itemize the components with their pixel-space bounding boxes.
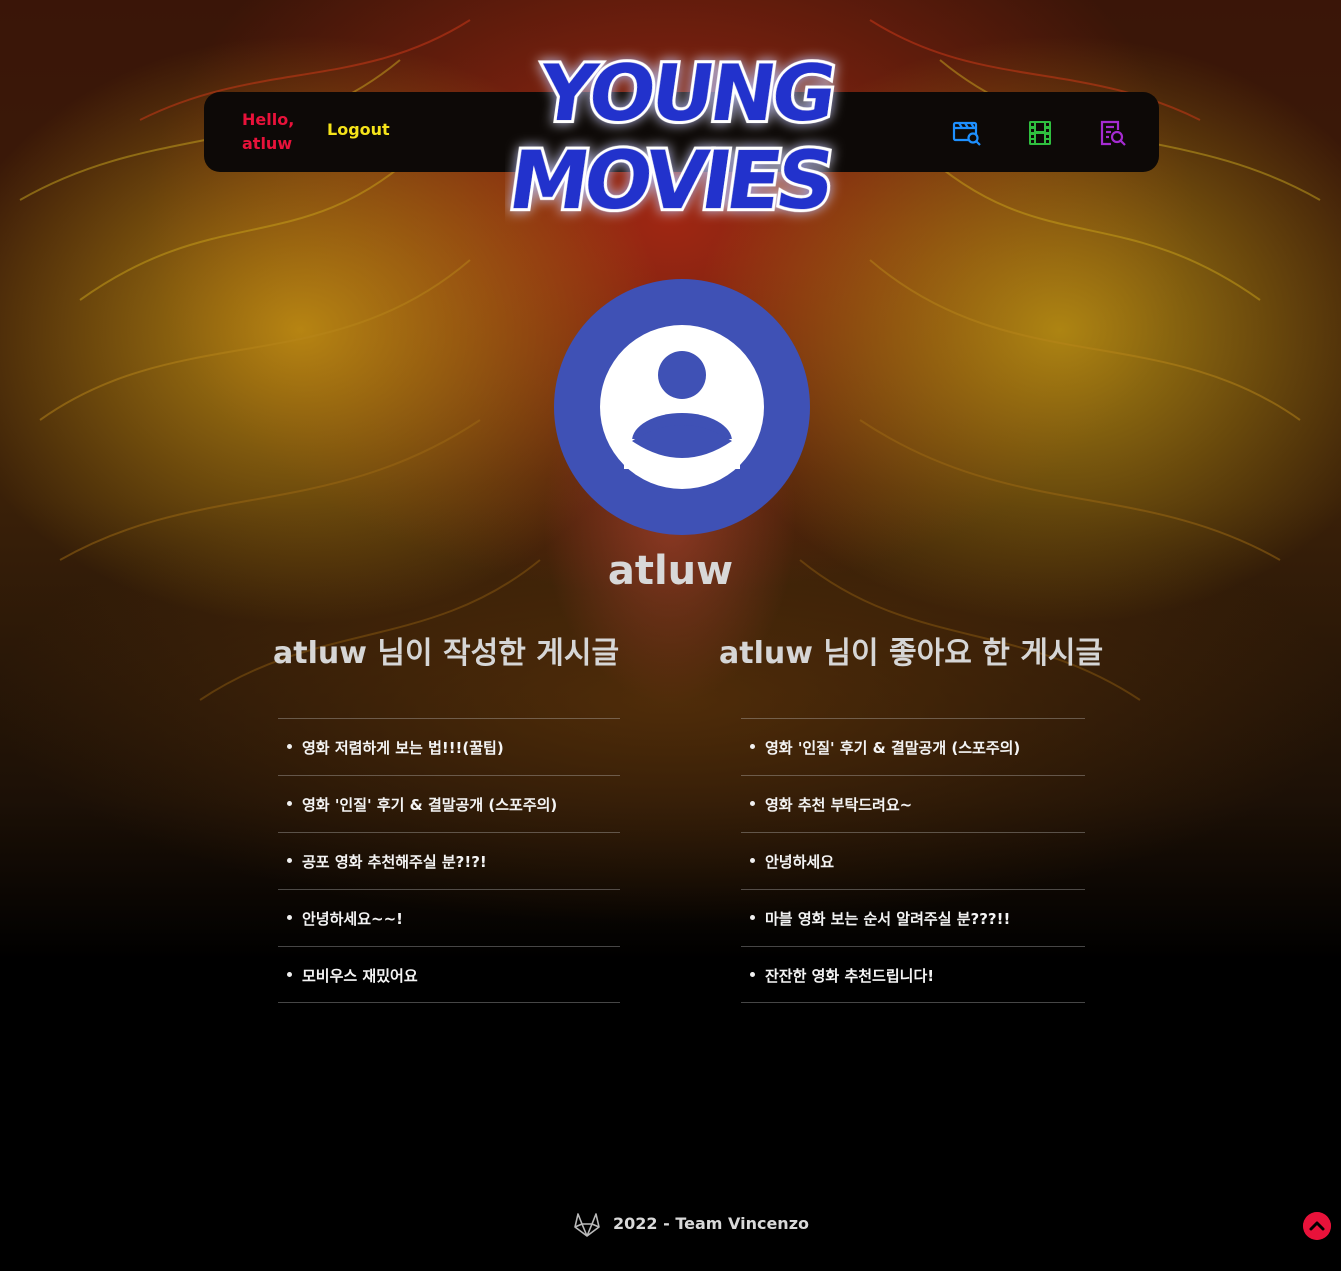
post-title-link[interactable]: 공포 영화 추천해주실 분?!?! [302,851,487,872]
post-list-item[interactable]: 영화 추천 부탁드려요~ [741,775,1085,832]
scroll-top-button[interactable] [1303,1212,1331,1240]
post-title-link[interactable]: 영화 추천 부탁드려요~ [765,794,912,815]
post-list-item[interactable]: 마블 영화 보는 순서 알려주실 분???!! [741,889,1085,946]
bullet-icon [287,972,292,977]
footer-copyright: 2022 - Team Vincenzo [613,1214,809,1233]
post-list-item[interactable]: 영화 '인질' 후기 & 결말공개 (스포주의) [741,718,1085,775]
bullet-icon [287,858,292,863]
written-posts-title: atluw 님이 작성한 게시글 [273,636,620,671]
logo-line2: MOVIES [505,133,836,227]
film-icon[interactable] [1025,118,1055,148]
young-movies-logo[interactable]: YOUNG MOVIES [505,28,855,238]
post-title-link[interactable]: 영화 '인질' 후기 & 결말공개 (스포주의) [302,794,557,815]
profile-username: atluw [607,548,734,594]
gitlab-icon[interactable] [572,1210,602,1238]
bullet-icon [287,915,292,920]
avatar [554,279,810,535]
liked-posts-list: 영화 '인질' 후기 & 결말공개 (스포주의) 영화 추천 부탁드려요~ 안녕하세… [741,718,1085,1003]
post-title-link[interactable]: 안녕하세요~~! [302,908,403,929]
post-list-item[interactable]: 안녕하세요~~! [278,889,620,946]
bullet-icon [750,858,755,863]
bullet-icon [750,972,755,977]
post-title-link[interactable]: 잔잔한 영화 추천드립니다! [765,965,934,986]
bullet-icon [750,915,755,920]
movie-search-icon[interactable] [952,118,982,148]
profile-page: Hello, atluw Logout YOUNG MOVIES atluw a… [0,0,1341,1271]
post-title-link[interactable]: 영화 저렴하게 보는 법!!!(꿀팁) [302,737,504,758]
post-list-item[interactable]: 영화 저렴하게 보는 법!!!(꿀팁) [278,718,620,775]
post-title-link[interactable]: 영화 '인질' 후기 & 결말공개 (스포주의) [765,737,1020,758]
logo-line1: YOUNG [532,48,838,139]
written-posts-list: 영화 저렴하게 보는 법!!!(꿀팁) 영화 '인질' 후기 & 결말공개 (스포… [278,718,620,1003]
review-search-icon[interactable] [1098,118,1128,148]
bullet-icon [750,744,755,749]
footer: 2022 - Team Vincenzo [0,1210,1341,1240]
liked-posts-title: atluw 님이 좋아요 한 게시글 [719,636,1104,671]
logout-button[interactable]: Logout [327,120,390,139]
bullet-icon [750,801,755,806]
post-list-item[interactable]: 모비우스 재밌어요 [278,946,620,1003]
bullet-icon [287,801,292,806]
post-list-item[interactable]: 영화 '인질' 후기 & 결말공개 (스포주의) [278,775,620,832]
post-title-link[interactable]: 안녕하세요 [765,851,834,872]
post-title-link[interactable]: 모비우스 재밌어요 [302,965,418,986]
greeting-text: Hello, atluw [242,110,295,153]
post-list-item[interactable]: 공포 영화 추천해주실 분?!?! [278,832,620,889]
bullet-icon [287,744,292,749]
post-title-link[interactable]: 마블 영화 보는 순서 알려주실 분???!! [765,908,1010,929]
post-list-item[interactable]: 안녕하세요 [741,832,1085,889]
post-list-item[interactable]: 잔잔한 영화 추천드립니다! [741,946,1085,1003]
